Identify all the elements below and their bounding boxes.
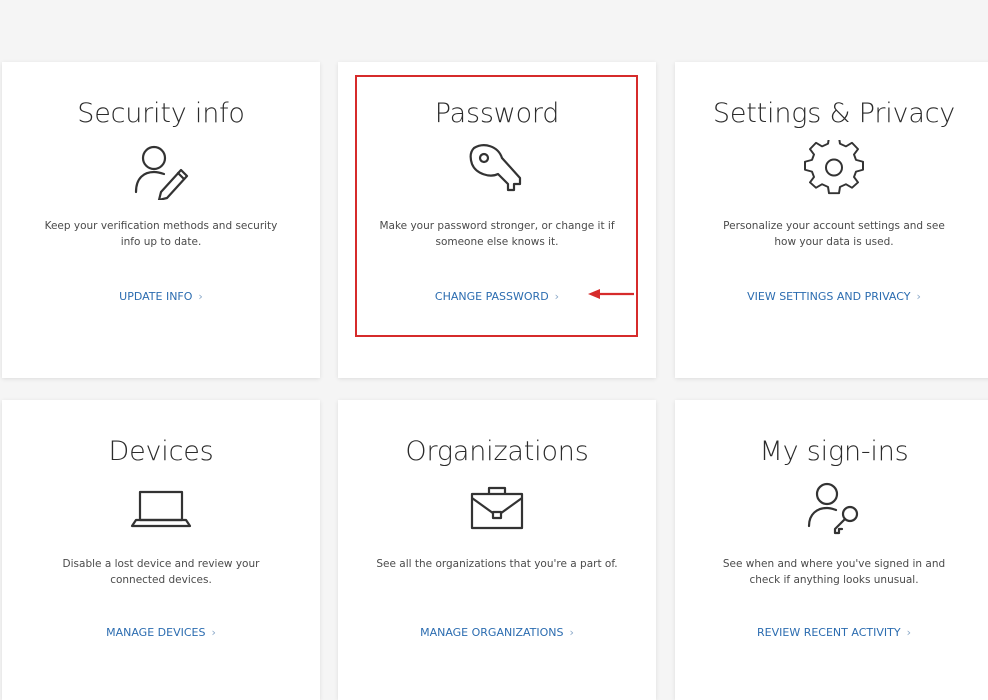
person-key-icon: [799, 478, 869, 538]
link-label[interactable]: REVIEW RECENT ACTIVITY: [757, 626, 901, 639]
card-description: See when and where you've signed in and …: [722, 558, 946, 586]
briefcase-icon: [462, 478, 532, 538]
review-recent-activity-link[interactable]: REVIEW RECENT ACTIVITY ›: [675, 626, 988, 639]
link-label[interactable]: VIEW SETTINGS AND PRIVACY: [747, 290, 910, 303]
card-devices: Devices Disable a lost device and review…: [2, 400, 320, 700]
card-description: See all the organizations that you're a …: [376, 558, 618, 570]
arrow-left-icon: [588, 289, 634, 299]
chevron-right-icon: ›: [198, 290, 203, 303]
update-info-link[interactable]: UPDATE INFO ›: [2, 290, 320, 303]
card-description: Keep your verification methods and secur…: [44, 220, 278, 248]
chevron-right-icon: ›: [906, 626, 911, 639]
person-pen-icon: [126, 140, 196, 200]
manage-devices-link[interactable]: MANAGE DEVICES ›: [2, 626, 320, 639]
card-description: Personalize your account settings and se…: [723, 220, 945, 248]
link-label[interactable]: MANAGE ORGANIZATIONS: [420, 626, 563, 639]
card-title: Organizations: [405, 436, 589, 467]
key-icon: [462, 140, 532, 200]
card-description: Disable a lost device and review your co…: [62, 558, 260, 586]
manage-organizations-link[interactable]: MANAGE ORGANIZATIONS ›: [338, 626, 656, 639]
chevron-right-icon: ›: [569, 626, 574, 639]
laptop-icon: [126, 478, 196, 538]
card-title: Devices: [108, 436, 214, 467]
card-password: Password Make your password stronger, or…: [338, 62, 656, 378]
card-settings-privacy: Settings & Privacy Personalize your acco…: [675, 62, 988, 378]
chevron-right-icon: ›: [554, 290, 560, 303]
card-title: Security info: [77, 98, 245, 129]
gear-icon: [799, 140, 869, 200]
card-organizations: Organizations See all the organizations …: [338, 400, 656, 700]
chevron-right-icon: ›: [916, 290, 921, 303]
card-security-info: Security info Keep your verification met…: [2, 62, 320, 378]
chevron-right-icon: ›: [211, 626, 216, 639]
card-description: Make your password stronger, or change i…: [379, 220, 615, 248]
view-settings-link[interactable]: VIEW SETTINGS AND PRIVACY ›: [675, 290, 988, 303]
link-label[interactable]: CHANGE PASSWORD: [435, 290, 549, 303]
link-label[interactable]: UPDATE INFO: [119, 290, 192, 303]
card-title: Password: [434, 98, 560, 129]
card-title: Settings & Privacy: [712, 98, 956, 129]
card-my-sign-ins: My sign-ins See when and where you've si…: [675, 400, 988, 700]
link-label[interactable]: MANAGE DEVICES: [106, 626, 205, 639]
card-title: My sign-ins: [759, 436, 909, 467]
